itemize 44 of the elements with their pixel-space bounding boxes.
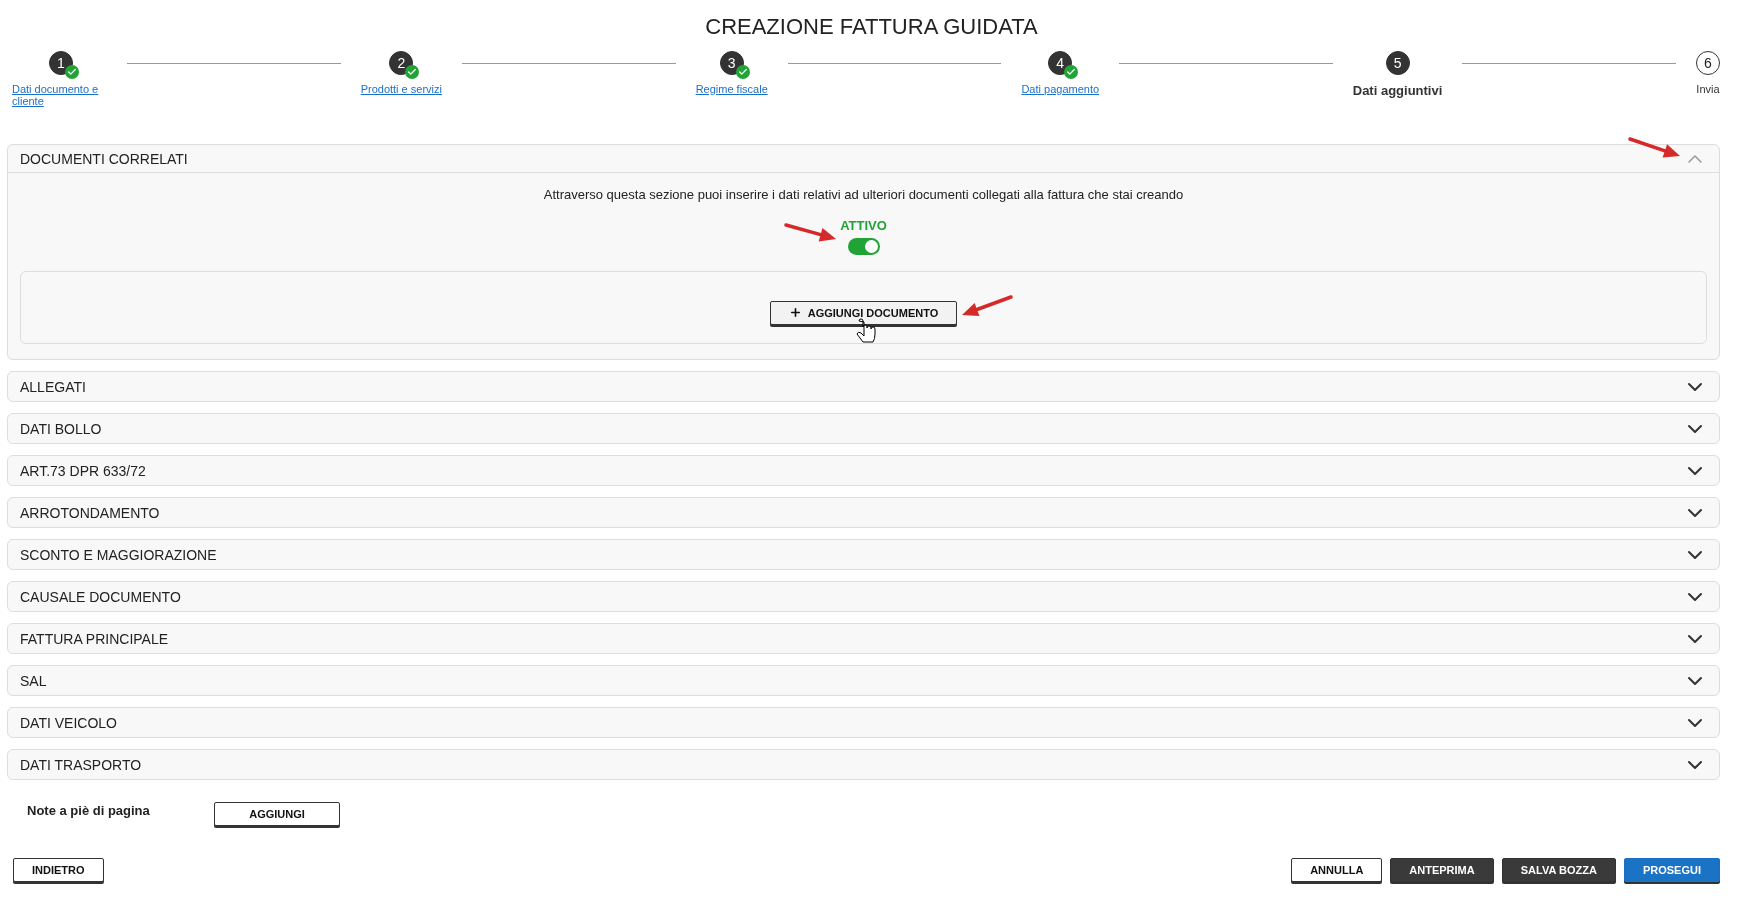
section-title[interactable]: ART.73 DPR 633/72 — [20, 462, 146, 479]
check-icon — [1064, 65, 1079, 79]
step-label: Invia — [1696, 83, 1720, 95]
action-button[interactable]: ANTEPRIMA — [1390, 858, 1494, 882]
page-title: CREAZIONE FATTURA GUIDATA — [704, 14, 1039, 40]
hand-cursor-icon — [856, 318, 876, 343]
section-title[interactable]: ALLEGATI — [20, 378, 86, 395]
step-number: 1 — [49, 51, 73, 75]
notes-label: Note a piè di pagina — [27, 802, 151, 818]
section-title[interactable]: DATI BOLLO — [20, 420, 102, 437]
step-link[interactable]: Regime fiscale — [695, 83, 768, 96]
plus-icon — [788, 306, 802, 319]
check-icon — [735, 65, 750, 79]
annotation-arrow — [784, 223, 836, 242]
section-description: Attraverso questa sezione puoi inserire i dati relativi ad ulteriori documenti collegati alla fattura che stai creando — [543, 187, 1184, 202]
toggle-switch[interactable] — [847, 238, 880, 255]
section-title[interactable]: ARROTONDAMENTO — [20, 504, 160, 521]
step-number: 2 — [389, 51, 414, 75]
step-number: 3 — [719, 51, 744, 75]
add-document-button[interactable]: AGGIUNGI DOCUMENTO — [769, 300, 958, 325]
back-button[interactable]: INDIETRO — [13, 858, 104, 882]
step-link[interactable]: Dati documento e cliente — [12, 83, 107, 108]
step-number: 4 — [1048, 51, 1073, 75]
step-number: 6 — [1695, 51, 1720, 75]
section-title[interactable]: DOCUMENTI CORRELATI — [20, 150, 188, 167]
toggle-label: ATTIVO — [840, 218, 887, 233]
section-title[interactable]: SCONTO E MAGGIORAZIONE — [20, 546, 217, 563]
section-title[interactable]: SAL — [20, 672, 47, 689]
check-icon — [405, 65, 420, 79]
annotation-arrow — [962, 295, 1013, 317]
check-icon — [65, 65, 79, 79]
action-button[interactable]: ANNULLA — [1291, 858, 1383, 882]
annotation-arrow — [1628, 137, 1680, 158]
step-link[interactable]: Dati pagamento — [1021, 83, 1100, 96]
action-button[interactable]: PROSEGUI — [1623, 858, 1720, 882]
section-title[interactable]: FATTURA PRINCIPALE — [20, 630, 169, 647]
add-button[interactable]: AGGIUNGI — [214, 802, 340, 826]
step-label: Dati aggiuntivi — [1352, 83, 1443, 98]
section-title[interactable]: CAUSALE DOCUMENTO — [20, 588, 181, 605]
step-number: 5 — [1385, 51, 1410, 75]
section-title[interactable]: DATI TRASPORTO — [20, 756, 142, 773]
action-button[interactable]: SALVA BOZZA — [1501, 858, 1616, 882]
section-title[interactable]: DATI VEICOLO — [20, 714, 117, 731]
step-link[interactable]: Prodotti e servizi — [360, 83, 442, 96]
